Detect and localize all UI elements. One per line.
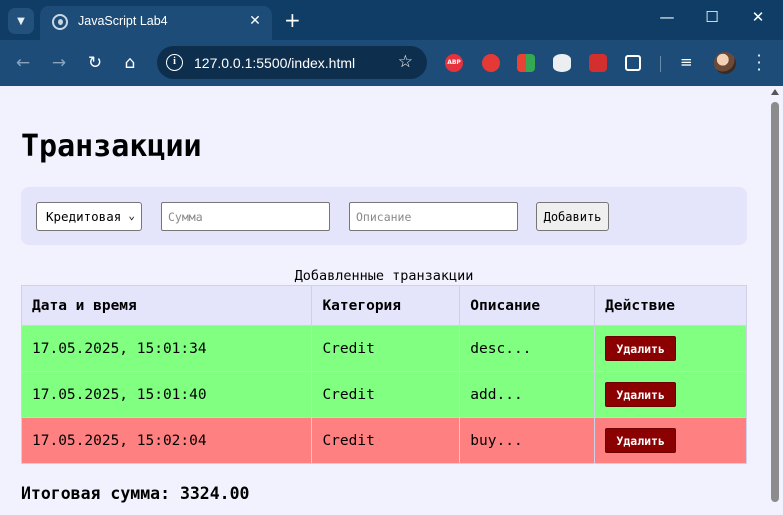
description-input[interactable] xyxy=(349,202,518,231)
cell-action: Удалить xyxy=(594,325,747,372)
browser-tab[interactable]: JavaScript Lab4 ✕ xyxy=(40,6,272,40)
table-row[interactable]: 17.05.2025, 15:01:40 Credit add... Удали… xyxy=(20,371,747,418)
forward-arrow-icon[interactable]: → xyxy=(48,53,70,73)
back-arrow-icon[interactable]: ← xyxy=(12,53,34,73)
cell-description: add... xyxy=(459,371,596,418)
table-row[interactable]: 17.05.2025, 15:02:04 Credit buy... Удали… xyxy=(20,417,747,464)
total-sum: Итоговая сумма: 3324.00 xyxy=(21,484,250,503)
site-info-icon[interactable]: i xyxy=(166,54,183,71)
delete-button[interactable]: Удалить xyxy=(605,336,677,361)
column-header-action: Действие xyxy=(594,285,747,326)
url-text[interactable]: 127.0.0.1:5500/index.html xyxy=(194,55,355,71)
page-title: Транзакции xyxy=(21,129,202,164)
cell-datetime: 17.05.2025, 15:01:40 xyxy=(20,371,313,418)
type-select-value: Кредитовая xyxy=(46,209,122,224)
home-icon[interactable]: ⌂ xyxy=(119,53,141,73)
table-row[interactable]: 17.05.2025, 15:01:34 Credit desc... Удал… xyxy=(20,325,747,372)
close-tab-icon[interactable]: ✕ xyxy=(246,12,264,30)
add-button[interactable]: Добавить xyxy=(536,202,609,231)
record-icon[interactable] xyxy=(589,54,607,72)
new-tab-button[interactable]: + xyxy=(284,9,301,31)
scroll-up-arrow-icon[interactable] xyxy=(771,89,779,95)
media-controls-icon[interactable]: ≡ xyxy=(680,53,700,73)
cell-category: Credit xyxy=(311,417,461,464)
delete-button[interactable]: Удалить xyxy=(605,382,677,407)
close-window-button[interactable]: ✕ xyxy=(743,8,773,26)
globe-icon xyxy=(52,14,68,30)
column-header-datetime: Дата и время xyxy=(20,285,313,326)
extensions-puzzle-icon[interactable] xyxy=(625,55,641,71)
transaction-type-select[interactable]: Кредитовая ⌄ xyxy=(36,202,142,231)
bookmark-star-icon[interactable]: ☆ xyxy=(398,52,413,72)
cell-action: Удалить xyxy=(594,371,747,418)
browser-toolbar: ← → ↻ ⌂ i 127.0.0.1:5500/index.html ☆ AB… xyxy=(0,40,783,86)
vertical-scrollbar[interactable] xyxy=(767,86,783,515)
adblock-plus-icon[interactable]: ABP xyxy=(445,54,463,72)
grid-app-icon[interactable] xyxy=(517,54,535,72)
cell-datetime: 17.05.2025, 15:02:04 xyxy=(20,417,313,464)
cell-category: Credit xyxy=(311,371,461,418)
page-viewport: Транзакции Кредитовая ⌄ Добавить Добавле… xyxy=(0,86,783,515)
transactions-table: Дата и время Категория Описание Действие… xyxy=(20,285,747,464)
stop-hand-icon[interactable] xyxy=(482,54,500,72)
transaction-form: Кредитовая ⌄ Добавить xyxy=(21,187,747,245)
scrollbar-thumb[interactable] xyxy=(771,102,779,502)
chevron-down-icon: ⌄ xyxy=(128,209,135,222)
database-icon[interactable] xyxy=(553,54,571,72)
column-header-description: Описание xyxy=(459,285,596,326)
cell-action: Удалить xyxy=(594,417,747,464)
toolbar-divider xyxy=(660,56,661,72)
more-menu-icon[interactable]: · · · xyxy=(752,48,766,78)
cell-category: Credit xyxy=(311,325,461,372)
maximize-button[interactable]: ☐ xyxy=(697,8,727,26)
reload-icon[interactable]: ↻ xyxy=(84,53,106,73)
cell-description: desc... xyxy=(459,325,596,372)
profile-avatar[interactable] xyxy=(714,52,736,74)
amount-input[interactable] xyxy=(161,202,330,231)
cell-datetime: 17.05.2025, 15:01:34 xyxy=(20,325,313,372)
cell-description: buy... xyxy=(459,417,596,464)
table-header-row: Дата и время Категория Описание Действие xyxy=(20,285,747,326)
delete-button[interactable]: Удалить xyxy=(605,428,677,453)
table-caption: Добавленные транзакции xyxy=(294,268,474,284)
column-header-category: Категория xyxy=(311,285,461,326)
tab-title: JavaScript Lab4 xyxy=(78,14,168,28)
minimize-button[interactable]: — xyxy=(652,8,682,26)
address-bar[interactable]: i 127.0.0.1:5500/index.html ☆ xyxy=(157,46,427,79)
tab-search-button[interactable]: ▼ xyxy=(8,8,34,34)
tab-bar: ▼ JavaScript Lab4 ✕ + — ☐ ✕ xyxy=(0,0,783,40)
